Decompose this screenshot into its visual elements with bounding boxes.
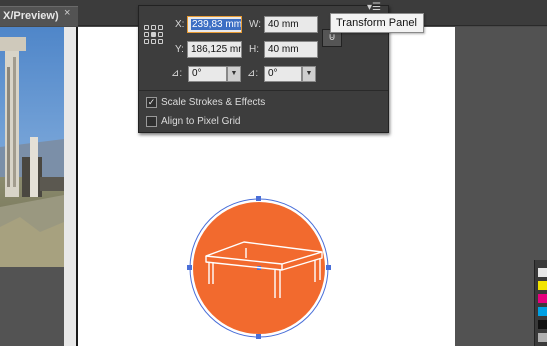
handle-right — [326, 265, 331, 270]
chevron-down-icon: ▼ — [305, 70, 313, 77]
shear-angle-icon: ⊿: — [247, 68, 259, 79]
align-pixel-grid-checkbox[interactable] — [146, 116, 157, 127]
x-field[interactable]: 239,83 mm — [187, 16, 242, 33]
scale-strokes-checkbox[interactable]: ✓ — [146, 97, 157, 108]
shear-field[interactable]: 0° — [264, 66, 302, 82]
chevron-down-icon: ▼ — [230, 70, 238, 77]
y-field[interactable]: 186,125 mm — [187, 41, 242, 58]
w-label: W: — [249, 19, 262, 30]
h-value: 40 mm — [268, 44, 299, 55]
rotate-field[interactable]: 0° — [188, 66, 227, 82]
link-icon: ⊍ — [328, 32, 336, 43]
tooltip: Transform Panel — [330, 13, 424, 33]
handle-bottom — [256, 334, 261, 339]
w-value: 40 mm — [268, 19, 299, 30]
scale-strokes-label: Scale Strokes & Effects — [161, 97, 266, 108]
rotate-angle-icon: ⊿: — [171, 68, 183, 79]
h-field[interactable]: 40 mm — [264, 41, 318, 58]
w-field[interactable]: 40 mm — [264, 16, 318, 33]
reference-point-grid[interactable] — [144, 25, 164, 47]
h-label: H: — [249, 44, 259, 55]
rotate-dropdown-button[interactable]: ▼ — [227, 66, 241, 82]
y-value: 186,125 mm — [191, 44, 242, 55]
align-pixel-grid-label: Align to Pixel Grid — [161, 116, 241, 127]
tooltip-text: Transform Panel — [336, 17, 417, 29]
panel-divider — [139, 90, 388, 91]
shear-dropdown-button[interactable]: ▼ — [302, 66, 316, 82]
y-label: Y: — [175, 44, 184, 55]
x-label: X: — [175, 19, 185, 30]
x-value: 239,83 mm — [191, 19, 242, 30]
shear-value: 0° — [268, 68, 278, 79]
panel-menu-icon[interactable]: ▾☰ — [367, 2, 381, 13]
handle-top — [256, 196, 261, 201]
checkmark-icon: ✓ — [147, 97, 156, 107]
handle-left — [187, 265, 192, 270]
rotate-value: 0° — [192, 68, 202, 79]
